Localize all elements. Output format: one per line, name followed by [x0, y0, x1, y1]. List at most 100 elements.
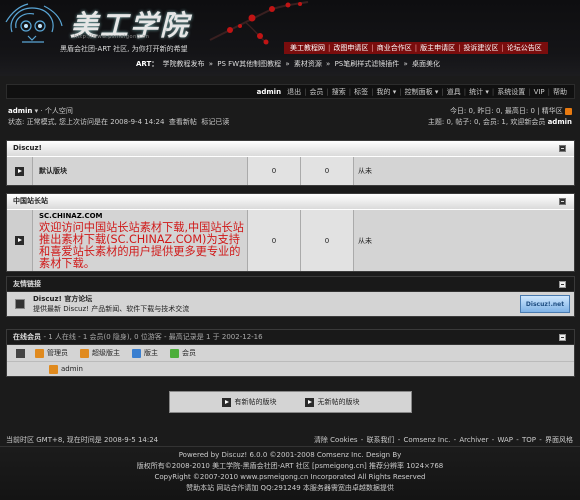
- powered-by: Powered by Discuz! 6.0.0 ©2001-2008 Coms…: [178, 451, 402, 459]
- legend-label: 会员: [182, 349, 196, 357]
- no-new-posts-icon: [304, 397, 314, 407]
- footer-link[interactable]: 联系我们: [366, 436, 396, 444]
- menubar-item-tags[interactable]: 标签: [351, 87, 371, 97]
- menubar-item-search[interactable]: 搜索: [329, 87, 349, 97]
- top-nav-item[interactable]: 改图申请区: [330, 43, 371, 53]
- skull-logo-icon: [5, 3, 63, 43]
- footer-link[interactable]: TOP: [521, 436, 537, 444]
- category-title[interactable]: 中国站长站: [13, 197, 48, 205]
- top-nav-item[interactable]: 美工教程网: [287, 43, 328, 53]
- new-posts-icon: [221, 397, 231, 407]
- art-links: ART： 学院教程发布 » PS FW其他制图教程 » 素材资源 » PS笔刷样…: [136, 60, 442, 68]
- no-new-posts-label: 无新帖的版块: [317, 398, 360, 406]
- legend-label: 超级版主: [92, 349, 120, 357]
- view-new-posts-link[interactable]: 查看新帖: [169, 118, 197, 126]
- menubar-item-vip[interactable]: VIP: [531, 88, 548, 96]
- super-moderator-icon: [80, 348, 89, 358]
- current-time: 当前时区 GMT+8, 现在时间是 2008-9-5 14:24: [6, 435, 159, 444]
- art-link[interactable]: PS FW其他制图教程: [215, 60, 283, 68]
- legend-label: 版主: [144, 349, 158, 357]
- collapse-icon[interactable]: [559, 145, 566, 152]
- forum-category-discuz: Discuz! 默认版块 0 0 从未: [6, 140, 575, 186]
- top-nav-item[interactable]: 版主申请区: [417, 43, 458, 53]
- site-tagline: 黑盾会社团-ART 社区, 为你打开新的希望: [60, 45, 188, 53]
- footer-link[interactable]: Comsenz Inc.: [403, 436, 452, 444]
- menubar-item-members[interactable]: 会员: [306, 87, 326, 97]
- link-row: Discuz! 官方论坛 提供最新 Discuz! 产品新闻、软件下载与技术交流…: [7, 292, 574, 316]
- copyright-line: 版权所有©2008-2010 美工学院-黑盾会社团-ART 社区 [psmeig…: [136, 462, 444, 470]
- menubar-item-stats[interactable]: 统计 ▾: [466, 87, 492, 97]
- online-title[interactable]: 在线会员: [13, 333, 41, 341]
- menubar-item-mine[interactable]: 我的 ▾: [374, 87, 400, 97]
- art-link[interactable]: 素材资源: [292, 60, 324, 68]
- art-links-prefix: ART：: [136, 60, 159, 68]
- forum-thread-count: 0: [248, 210, 301, 271]
- collapse-icon[interactable]: [559, 334, 566, 341]
- menubar-item-logout[interactable]: 退出: [284, 87, 304, 97]
- copyright-line: CopyRight ©2007-2010 www.psmeigong.cn In…: [154, 473, 426, 481]
- online-user: admin: [7, 362, 574, 376]
- discuz-badge[interactable]: Discuz!.net: [520, 295, 570, 313]
- site-logo-url: http://www.psmeigong.cn: [74, 34, 150, 40]
- daily-stats: 今日: 0, 昨日: 0, 最高日: 0: [449, 107, 535, 115]
- forum-post-count: 0: [301, 210, 354, 271]
- top-nav-item[interactable]: 商业合作区: [374, 43, 415, 53]
- links-title: 友情链接: [13, 280, 41, 288]
- sponsor-line: 赞助本站 网站合作请加 QQ:291249 本服务器需宽由卓越数据提供: [186, 484, 394, 492]
- post-status-legend: 有新帖的版块 无新帖的版块: [169, 391, 412, 413]
- forum-name[interactable]: SC.CHINAZ.COM: [39, 212, 103, 220]
- menubar-item-settings[interactable]: 系统设置: [494, 87, 528, 97]
- user-name[interactable]: admin: [8, 107, 32, 115]
- admin-user-icon: [35, 348, 44, 358]
- collapse-icon[interactable]: [559, 198, 566, 205]
- art-link[interactable]: 桌面美化: [410, 60, 442, 68]
- category-title[interactable]: Discuz!: [13, 144, 42, 152]
- menubar-item-control-panel[interactable]: 控制面板 ▾: [402, 87, 442, 97]
- online-summary: - 1 人在线 - 1 会员(0 隐身), 0 位游客 - 最高记录是 1 于 …: [43, 333, 263, 341]
- footer-link[interactable]: Archiver: [458, 436, 489, 444]
- menubar-username[interactable]: admin: [254, 88, 284, 96]
- online-user-name[interactable]: admin: [61, 365, 83, 373]
- forum-category-chinaz: 中国站长站 SC.CHINAZ.COM 欢迎访问中国站长站素材下载,中国站长站推…: [6, 193, 575, 272]
- forum-status-icon: [15, 236, 24, 245]
- top-nav-item[interactable]: 论坛公告区: [504, 43, 545, 53]
- member-legend: 管理员 超级版主 版主 会员: [7, 345, 574, 362]
- online-header: 在线会员 - 1 人在线 - 1 会员(0 隐身), 0 位游客 - 最高记录是…: [7, 330, 574, 345]
- moderator-icon: [132, 348, 141, 358]
- footer-link[interactable]: 界面风格: [544, 436, 574, 444]
- forum-last-post: 从未: [358, 236, 372, 245]
- forum-last-post: 从未: [358, 167, 372, 175]
- forum-post-count: 0: [301, 157, 354, 185]
- online-members: 在线会员 - 1 人在线 - 1 会员(0 隐身), 0 位游客 - 最高记录是…: [6, 329, 575, 377]
- friend-links: 友情链接 Discuz! 官方论坛 提供最新 Discuz! 产品新闻、软件下载…: [6, 276, 575, 317]
- member-icon: [170, 348, 179, 358]
- forum-thread-count: 0: [248, 157, 301, 185]
- user-info: admin ▾ · 个人空间 状态: 正常模式, 您上次访问是在 2008-9-…: [8, 107, 230, 126]
- footer-link[interactable]: WAP: [496, 436, 514, 444]
- user-menubar: admin 退出 | 会员 | 搜索 | 标签 | 我的 ▾ | 控制面板 ▾ | 道具 | …: [6, 84, 575, 99]
- forum-row: SC.CHINAZ.COM 欢迎访问中国站长站素材下载,中国站长站推出素材下载(…: [7, 209, 574, 271]
- total-stats: 主题: 0, 帖子: 0, 会员: 1, 欢迎新会员: [427, 118, 546, 126]
- online-icon: [16, 349, 25, 358]
- mark-read-link[interactable]: 标记已读: [201, 118, 229, 126]
- personal-space-link[interactable]: 个人空间: [45, 107, 73, 115]
- art-link[interactable]: PS笔刷样式滤镜插件: [333, 60, 402, 68]
- links-header: 友情链接: [7, 277, 574, 292]
- forum-name[interactable]: 默认版块: [33, 157, 248, 185]
- footer-link[interactable]: 清除 Cookies: [313, 436, 359, 444]
- forum-status-icon: [15, 166, 24, 176]
- rss-icon[interactable]: [565, 107, 572, 115]
- site-header: 美工学院 http://www.psmeigong.cn 黑盾会社团-ART 社…: [0, 0, 580, 76]
- top-nav-item[interactable]: 投诉建议区: [460, 43, 501, 53]
- menubar-item-tools[interactable]: 道具: [444, 87, 464, 97]
- forum-stats: 今日: 0, 昨日: 0, 最高日: 0 | 精华区 主题: 0, 帖子: 0,…: [427, 107, 572, 126]
- category-header: Discuz!: [7, 141, 574, 156]
- menubar-item-help[interactable]: 帮助: [550, 87, 570, 97]
- collapse-icon[interactable]: [559, 281, 566, 288]
- top-nav: 美工教程网 | 改图申请区 | 商业合作区 | 版主申请区 | 投诉建议区 | 论坛公告区: [284, 42, 548, 54]
- art-link[interactable]: 学院教程发布: [161, 60, 207, 68]
- digest-link[interactable]: 精华区: [542, 107, 563, 115]
- admin-user-icon: [49, 364, 58, 374]
- link-site-name[interactable]: Discuz! 官方论坛: [33, 294, 189, 304]
- newest-member[interactable]: admin: [548, 118, 572, 126]
